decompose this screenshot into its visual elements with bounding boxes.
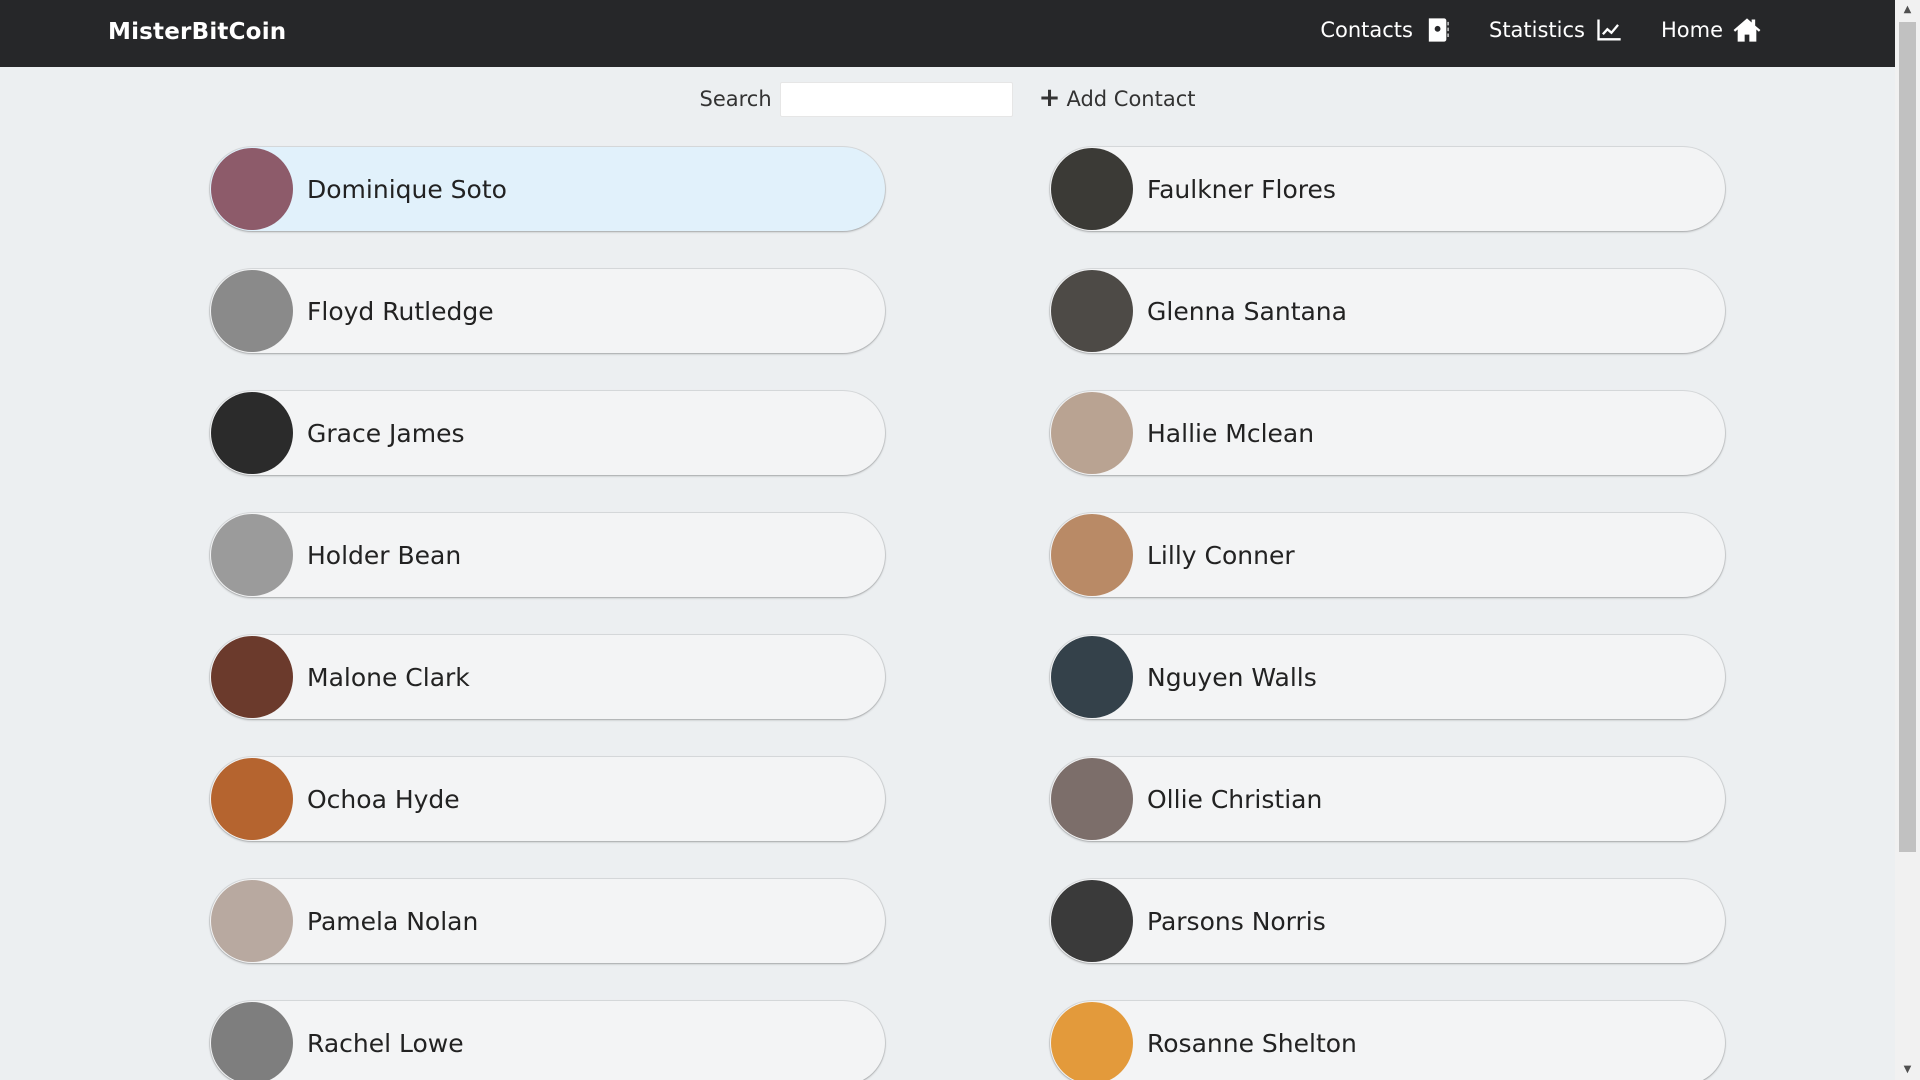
nav-link-label: Contacts: [1320, 18, 1413, 42]
contact-name: Hallie Mclean: [1147, 418, 1315, 448]
contact-name: Nguyen Walls: [1147, 662, 1317, 692]
avatar: [1051, 636, 1133, 718]
nav-link-statistics[interactable]: Statistics: [1489, 16, 1623, 44]
avatar: [1051, 392, 1133, 474]
avatar: [211, 392, 293, 474]
contact-card[interactable]: Parsons Norris: [1050, 879, 1725, 963]
contact-name: Faulkner Flores: [1147, 174, 1336, 204]
app-root: MisterBitCoin Contacts Statistics Home S…: [0, 0, 1920, 1080]
contact-card[interactable]: Faulkner Flores: [1050, 147, 1725, 231]
contact-card[interactable]: Rosanne Shelton: [1050, 1001, 1725, 1080]
avatar: [1051, 270, 1133, 352]
avatar: [211, 270, 293, 352]
contact-card[interactable]: Dominique Soto: [210, 147, 885, 231]
nav-link-label: Home: [1660, 18, 1723, 42]
scroll-up-arrow-icon[interactable]: ▲: [1895, 0, 1920, 20]
home-icon: [1733, 18, 1761, 42]
avatar: [1051, 1002, 1133, 1080]
avatar: [211, 880, 293, 962]
contact-name: Parsons Norris: [1147, 906, 1326, 936]
contact-card[interactable]: Grace James: [210, 391, 885, 475]
avatar: [211, 1002, 293, 1080]
scrollbar-thumb[interactable]: [1899, 22, 1916, 852]
avatar: [1051, 514, 1133, 596]
contact-card[interactable]: Lilly Conner: [1050, 513, 1725, 597]
contact-list: Dominique Soto Faulkner Flores Floyd Rutle…: [210, 147, 1725, 1080]
contact-filter-toolbar: Search + Add Contact: [0, 80, 1895, 118]
address-card-icon: [1428, 18, 1449, 42]
contact-name: Floyd Rutledge: [307, 296, 494, 326]
search-input[interactable]: [779, 81, 1013, 117]
contact-card[interactable]: Floyd Rutledge: [210, 269, 885, 353]
contact-name: Dominique Soto: [307, 174, 507, 204]
plus-icon: +: [1038, 82, 1061, 113]
nav-link-home[interactable]: Home: [1661, 16, 1761, 44]
contact-name: Glenna Santana: [1147, 296, 1347, 326]
contact-name: Rachel Lowe: [307, 1028, 464, 1058]
contact-card[interactable]: Pamela Nolan: [210, 879, 885, 963]
add-contact-button[interactable]: + Add Contact: [1038, 82, 1196, 113]
contact-name: Grace James: [307, 418, 465, 448]
brand-logo[interactable]: MisterBitCoin: [108, 19, 286, 45]
contact-name: Ochoa Hyde: [307, 784, 460, 814]
contact-name: Lilly Conner: [1147, 540, 1295, 570]
avatar: [211, 636, 293, 718]
contact-card[interactable]: Rachel Lowe: [210, 1001, 885, 1080]
avatar: [1051, 758, 1133, 840]
contact-card[interactable]: Ochoa Hyde: [210, 757, 885, 841]
contact-card[interactable]: Glenna Santana: [1050, 269, 1725, 353]
contact-name: Malone Clark: [307, 662, 470, 692]
scroll-down-arrow-icon[interactable]: ▼: [1895, 1060, 1920, 1080]
vertical-scrollbar[interactable]: ▲ ▼: [1895, 0, 1920, 1080]
nav-links: Contacts Statistics Home: [1320, 16, 1761, 44]
contact-card[interactable]: Holder Bean: [210, 513, 885, 597]
nav-link-label: Statistics: [1488, 18, 1585, 42]
add-contact-label: Add Contact: [1066, 87, 1196, 111]
contact-name: Pamela Nolan: [307, 906, 479, 936]
contact-name: Rosanne Shelton: [1147, 1028, 1357, 1058]
contact-card[interactable]: Nguyen Walls: [1050, 635, 1725, 719]
chart-line-icon: [1597, 19, 1621, 41]
avatar: [211, 148, 293, 230]
navbar: MisterBitCoin Contacts Statistics Home: [0, 0, 1895, 67]
contact-card[interactable]: Malone Clark: [210, 635, 885, 719]
contact-name: Ollie Christian: [1147, 784, 1323, 814]
contact-card[interactable]: Ollie Christian: [1050, 757, 1725, 841]
contact-card[interactable]: Hallie Mclean: [1050, 391, 1725, 475]
search-label: Search: [699, 87, 772, 111]
avatar: [211, 514, 293, 596]
avatar: [1051, 148, 1133, 230]
avatar: [1051, 880, 1133, 962]
nav-link-contacts[interactable]: Contacts: [1320, 16, 1451, 44]
avatar: [211, 758, 293, 840]
contact-name: Holder Bean: [307, 540, 462, 570]
